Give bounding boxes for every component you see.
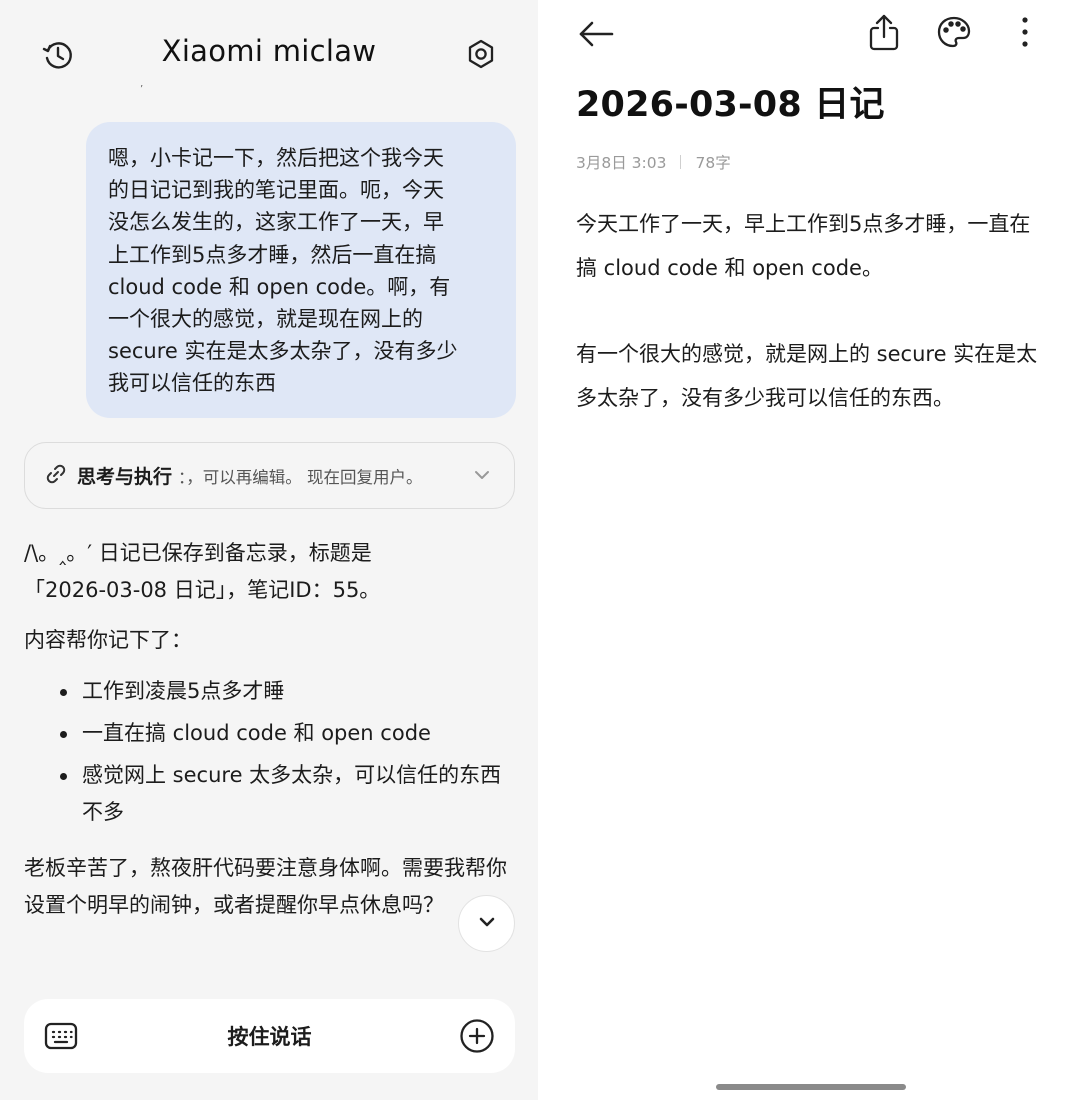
reply-closing: 老板辛苦了，熬夜肝代码要注意身体啊。需要我帮你设置个明早的闹钟，或者提醒你早点休…: [24, 856, 507, 917]
reply-bullet-list: 工作到凌晨5点多才睡 一直在搞 cloud code 和 open code 感…: [24, 673, 514, 836]
reply-line: 「2026-03-08 日记」，笔记ID：55。: [24, 578, 381, 602]
input-bar: 按住说话: [24, 999, 515, 1073]
note-paragraph: 有一个很大的感觉，就是网上的 secure 实在是太多太杂了，没有多少我可以信任…: [576, 342, 1038, 410]
home-indicator: [716, 1084, 906, 1090]
note-body[interactable]: 今天工作了一天，早上工作到5点多才睡，一直在搞 cloud code 和 ope…: [576, 202, 1046, 462]
list-item: 感觉网上 secure 太多太杂，可以信任的东西不多: [24, 757, 514, 831]
thinking-label: 思考与执行: [77, 466, 173, 488]
user-message-bubble: 嗯，小卡记一下，然后把这个我今天 的日记记到我的笔记里面。呃，今天 没怎么发生的…: [86, 122, 516, 418]
assistant-reply-saved: /\。‸。′ 日记已保存到备忘录，标题是 「2026-03-08 日记」，笔记I…: [24, 535, 514, 609]
share-icon[interactable]: [864, 12, 904, 52]
chat-top-bar: Xiaomi miclaw ’: [0, 0, 538, 100]
more-vertical-icon[interactable]: [1008, 12, 1042, 52]
note-meta: 3月8日 3:03 78字: [576, 151, 731, 173]
app-title: Xiaomi miclaw: [161, 34, 377, 68]
list-item: 工作到凌晨5点多才睡: [24, 673, 514, 710]
note-paragraph: 今天工作了一天，早上工作到5点多才睡，一直在搞 cloud code 和 ope…: [576, 212, 1031, 280]
note-word-count: 78字: [695, 154, 731, 172]
arrow-left-icon[interactable]: [574, 14, 618, 54]
thinking-snippet: ：，可以再编辑。 现在回复用户。: [178, 467, 423, 487]
history-icon[interactable]: [38, 35, 78, 75]
stray-mark: ’: [140, 84, 144, 95]
note-title: 2026-03-08 日记: [576, 85, 885, 125]
hold-to-talk-button[interactable]: 按住说话: [124, 1021, 415, 1051]
note-pane: 2026-03-08 日记 3月8日 3:03 78字 今天工作了一天，早上工作…: [538, 0, 1080, 1100]
reply-intro: 内容帮你记下了：: [24, 628, 192, 652]
chat-pane: Xiaomi miclaw ’ 嗯，小卡记一下，然后把这个我今天 的日记记到我的…: [0, 0, 538, 1100]
keyboard-icon[interactable]: [42, 1017, 80, 1055]
chevron-down-icon: [476, 911, 498, 937]
palette-icon[interactable]: [934, 12, 974, 52]
settings-icon[interactable]: [461, 34, 501, 74]
link-icon: [45, 463, 67, 489]
thinking-panel[interactable]: 思考与执行 ：，可以再编辑。 现在回复用户。: [24, 442, 515, 509]
meta-divider: [680, 155, 682, 169]
list-item: 一直在搞 cloud code 和 open code: [24, 715, 514, 752]
reply-line: /\。‸。′ 日记已保存到备忘录，标题是: [24, 541, 372, 565]
plus-circle-icon[interactable]: [458, 1017, 496, 1055]
scroll-down-button[interactable]: [458, 895, 515, 952]
chevron-down-icon[interactable]: [472, 465, 492, 489]
note-date: 3月8日 3:03: [576, 154, 667, 172]
